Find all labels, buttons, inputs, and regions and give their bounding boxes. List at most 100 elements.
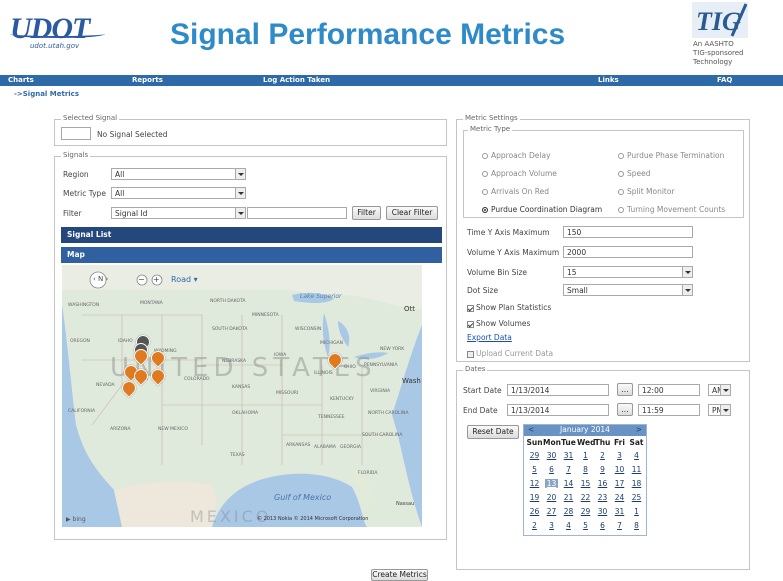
start-ampm-select[interactable]: AM (708, 384, 731, 396)
metric-type-fieldset: Metric Type Approach Delay Approach Volu… (463, 125, 744, 218)
calendar-day[interactable]: 2 (528, 521, 541, 530)
calendar-day[interactable]: 2 (596, 451, 609, 460)
nav-reports[interactable]: Reports (132, 75, 163, 86)
calendar-day[interactable]: 31 (613, 507, 626, 516)
road-view-dropdown[interactable]: Road ▾ (171, 275, 198, 284)
calendar-day[interactable]: 17 (613, 479, 626, 488)
filter-text-input[interactable] (247, 207, 347, 219)
radio-arrivals-on-red[interactable]: Arrivals On Red (482, 187, 549, 196)
metric-type-legend: Metric Type (468, 125, 513, 133)
calendar-day[interactable]: 7 (613, 521, 626, 530)
end-ampm-select[interactable]: PM (708, 404, 731, 416)
end-date-input[interactable]: 1/13/2014 (507, 404, 609, 416)
radio-icon (482, 153, 488, 159)
calendar-day[interactable]: 25 (630, 493, 643, 502)
end-date-calendar-button[interactable]: ... (617, 403, 633, 416)
calendar-day[interactable]: 30 (545, 451, 558, 460)
radio-purdue-coordination-diagram[interactable]: Purdue Coordination Diagram (482, 205, 602, 214)
calendar-prev-button[interactable]: < (528, 425, 534, 435)
calendar-day[interactable]: 20 (545, 493, 558, 502)
compass-icon[interactable]: ‹ N › (93, 275, 108, 283)
calendar-day[interactable]: 4 (562, 521, 575, 530)
calendar-day[interactable]: 1 (579, 451, 592, 460)
calendar-day[interactable]: 3 (613, 451, 626, 460)
radio-purdue-phase-termination[interactable]: Purdue Phase Termination (618, 151, 724, 160)
calendar-day[interactable]: 14 (562, 479, 575, 488)
calendar-day[interactable]: 12 (528, 479, 541, 488)
calendar-day[interactable]: 23 (596, 493, 609, 502)
calendar-day[interactable]: 5 (528, 465, 541, 474)
calendar-day[interactable]: 28 (562, 507, 575, 516)
reset-date-button[interactable]: Reset Date (467, 425, 519, 439)
end-time-input[interactable]: 11:59 (638, 404, 700, 416)
filter-field-select[interactable]: Signal Id (111, 207, 246, 219)
nav-log-action-taken[interactable]: Log Action Taken (263, 75, 330, 86)
region-select[interactable]: All (111, 168, 246, 180)
checkbox-checked-icon (467, 320, 474, 328)
metric-type-select[interactable]: All (111, 187, 246, 199)
calendar-day[interactable]: 13 (545, 479, 558, 488)
volume-y-axis-input[interactable]: 2000 (563, 246, 693, 258)
calendar-day[interactable]: 3 (545, 521, 558, 530)
show-volumes-checkbox[interactable]: Show Volumes (467, 319, 530, 328)
radio-approach-volume[interactable]: Approach Volume (482, 169, 557, 178)
calendar-day[interactable]: 7 (562, 465, 575, 474)
filter-button[interactable]: Filter (352, 206, 381, 220)
signal-map[interactable]: ‹ N › − + Road ▾ Lake Superior WASHINGTO… (62, 265, 422, 527)
calendar-day[interactable]: 31 (562, 451, 575, 460)
calendar-day[interactable]: 27 (545, 507, 558, 516)
metric-type-label: Metric Type (63, 189, 106, 198)
calendar-day[interactable]: 5 (579, 521, 592, 530)
radio-split-monitor[interactable]: Split Monitor (618, 187, 675, 196)
map-header[interactable]: Map (61, 247, 442, 263)
calendar-day[interactable]: 9 (596, 465, 609, 474)
breadcrumb[interactable]: ->Signal Metrics (14, 90, 79, 98)
export-data-link[interactable]: Export Data (467, 333, 512, 342)
calendar-day[interactable]: 6 (596, 521, 609, 530)
calendar-day[interactable]: 21 (562, 493, 575, 502)
calendar-day[interactable]: 15 (579, 479, 592, 488)
calendar-day[interactable]: 26 (528, 507, 541, 516)
radio-turning-movement-counts[interactable]: Turning Movement Counts (618, 205, 725, 214)
signal-list-header[interactable]: Signal List (61, 227, 442, 243)
calendar-day[interactable]: 22 (579, 493, 592, 502)
calendar-day[interactable]: 16 (596, 479, 609, 488)
calendar-day[interactable]: 1 (630, 507, 643, 516)
radio-approach-delay[interactable]: Approach Delay (482, 151, 551, 160)
calendar-day[interactable]: 11 (630, 465, 643, 474)
nav-faq[interactable]: FAQ (717, 75, 732, 86)
calendar-next-button[interactable]: > (636, 425, 642, 435)
start-date-input[interactable]: 1/13/2014 (507, 384, 609, 396)
calendar-day[interactable]: 10 (613, 465, 626, 474)
clear-filter-button[interactable]: Clear Filter (386, 206, 438, 220)
nav-charts[interactable]: Charts (8, 75, 34, 86)
zoom-out-icon[interactable]: − (138, 275, 145, 284)
create-metrics-button[interactable]: Create Metrics (371, 569, 428, 581)
calendar-day[interactable]: 8 (579, 465, 592, 474)
start-time-input[interactable]: 12:00 (638, 384, 700, 396)
calendar-day[interactable]: 6 (545, 465, 558, 474)
start-date-calendar-button[interactable]: ... (617, 383, 633, 396)
calendar-day[interactable]: 29 (528, 451, 541, 460)
calendar-day[interactable]: 30 (596, 507, 609, 516)
calendar-day[interactable]: 4 (630, 451, 643, 460)
calendar-day[interactable]: 18 (630, 479, 643, 488)
dot-size-select[interactable]: Small (563, 284, 693, 296)
calendar-day[interactable]: 8 (630, 521, 643, 530)
show-plan-statistics-checkbox[interactable]: Show Plan Statistics (467, 303, 551, 312)
chevron-down-icon (720, 405, 730, 415)
calendar-day[interactable]: 24 (613, 493, 626, 502)
upload-current-data-checkbox[interactable]: Upload Current Data (467, 349, 553, 358)
time-y-axis-input[interactable]: 150 (563, 226, 693, 238)
end-date-label: End Date (463, 406, 498, 415)
zoom-in-icon[interactable]: + (153, 275, 160, 284)
bing-icon: ▶ (66, 516, 71, 523)
nav-links[interactable]: Links (598, 75, 619, 86)
calendar-month-title: January 2014 (560, 425, 610, 434)
calendar-day[interactable]: 19 (528, 493, 541, 502)
selected-signal-input[interactable] (61, 127, 91, 140)
radio-speed[interactable]: Speed (618, 169, 651, 178)
volume-bin-size-select[interactable]: 15 (563, 266, 693, 278)
tig-caption: An AASHTO TIG-sponsored Technology (693, 40, 744, 66)
calendar-day[interactable]: 29 (579, 507, 592, 516)
